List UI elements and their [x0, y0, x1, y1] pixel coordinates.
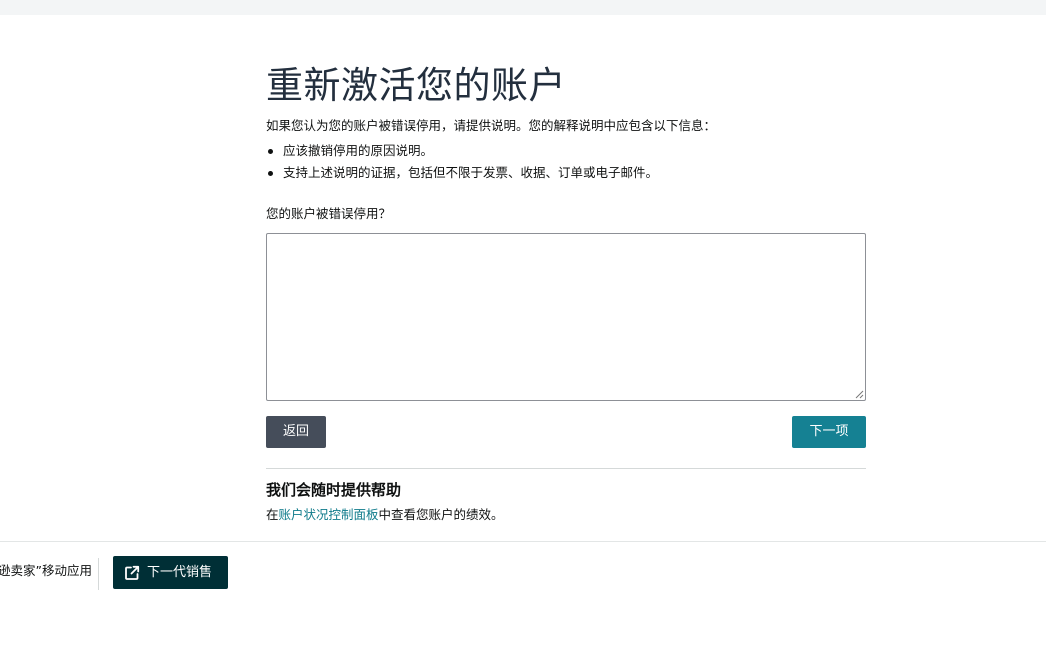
- next-gen-selling-label: 下一代销售: [147, 565, 213, 580]
- help-heading: 我们会随时提供帮助: [266, 481, 402, 499]
- help-text-prefix: 在: [266, 507, 279, 522]
- list-item: 应该撤销停用的原因说明。: [266, 140, 866, 162]
- list-item: 支持上述说明的证据，包括但不限于发票、收据、订单或电子邮件。: [266, 162, 866, 184]
- help-text: 在账户状况控制面板中查看您账户的绩效。: [266, 507, 866, 523]
- help-text-suffix: 中查看您账户的绩效。: [378, 507, 504, 522]
- account-health-dashboard-link[interactable]: 账户状况控制面板: [279, 507, 379, 522]
- resize-handle-icon[interactable]: [855, 390, 864, 399]
- external-link-icon: [125, 565, 140, 580]
- footer-separator: [98, 558, 99, 590]
- reactivate-form: 重新激活您的账户 如果您认为您的账户被错误停用，请提供说明。您的解释说明中应包含…: [266, 60, 866, 523]
- footer-divider: [0, 541, 1046, 542]
- explanation-field-wrapper: [266, 233, 866, 401]
- next-button[interactable]: 下一项: [792, 416, 866, 448]
- page-title: 重新激活您的账户: [266, 64, 566, 107]
- divider: [266, 468, 866, 469]
- action-buttons: 返回 下一项: [266, 416, 866, 448]
- next-gen-selling-button[interactable]: 下一代销售: [113, 556, 228, 589]
- requirements-list: 应该撤销停用的原因说明。 支持上述说明的证据，包括但不限于发票、收据、订单或电子…: [266, 140, 866, 184]
- top-banner-strip: [0, 0, 1046, 15]
- back-button[interactable]: 返回: [266, 416, 326, 448]
- seller-mobile-app-link[interactable]: “亚马逊卖家”移动应用: [0, 563, 92, 579]
- explanation-textarea[interactable]: [266, 233, 866, 401]
- explanation-label: 您的账户被错误停用？: [266, 206, 392, 221]
- seller-mobile-app-label: “亚马逊卖家”移动应用: [0, 563, 92, 578]
- intro-text: 如果您认为您的账户被错误停用，请提供说明。您的解释说明中应包含以下信息：: [266, 118, 717, 133]
